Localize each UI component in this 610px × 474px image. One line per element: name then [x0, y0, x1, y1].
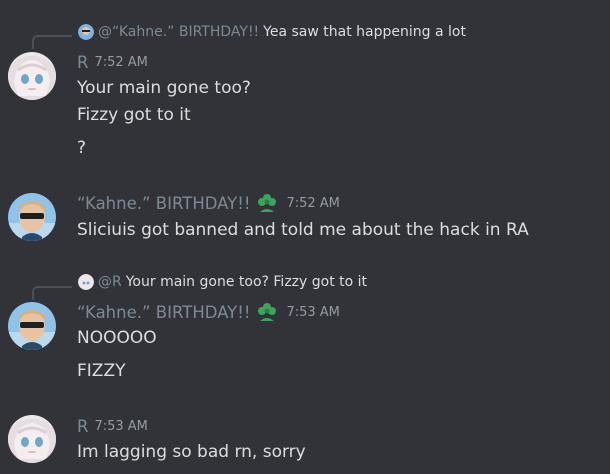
avatar-r[interactable] [8, 52, 56, 100]
reply-author[interactable]: @“Kahne.” BIRTHDAY!! [98, 24, 259, 40]
message-text: NOOOOO [77, 328, 157, 348]
timestamp[interactable]: 7:53 AM [286, 305, 339, 320]
message-text: Your main gone too? [77, 78, 251, 98]
message-text: Sliciuis got banned and told me about th… [77, 220, 529, 240]
reply-spine [32, 35, 72, 49]
username[interactable]: R [77, 53, 88, 72]
message-text: FIZZY [77, 361, 126, 381]
message-text: ? [77, 138, 87, 158]
timestamp[interactable]: 7:52 AM [286, 196, 339, 211]
message-text: Fizzy got to it [77, 105, 191, 125]
message-header: “Kahne.” BIRTHDAY!! 7:53 AM [77, 300, 340, 324]
message-header: “Kahne.” BIRTHDAY!! 7:52 AM [77, 191, 340, 215]
username[interactable]: “Kahne.” BIRTHDAY!! [77, 194, 250, 213]
avatar-r[interactable] [8, 415, 56, 463]
reply-text[interactable]: Your main gone too? Fizzy got to it [126, 274, 367, 290]
reply-text[interactable]: Yea saw that happening a lot [263, 24, 466, 40]
message-header: R 7:53 AM [77, 414, 148, 438]
username[interactable]: R [77, 417, 88, 436]
flower-badge-icon[interactable] [256, 301, 278, 323]
avatar-kahne[interactable] [8, 302, 56, 350]
flower-badge-icon[interactable] [256, 192, 278, 214]
timestamp[interactable]: 7:52 AM [94, 55, 147, 70]
timestamp[interactable]: 7:53 AM [94, 419, 147, 434]
username[interactable]: “Kahne.” BIRTHDAY!! [77, 303, 250, 322]
message-header: R 7:52 AM [77, 50, 148, 74]
avatar-kahne[interactable] [8, 193, 56, 241]
reply-avatar-r [78, 274, 94, 290]
message-text: Im lagging so bad rn, sorry [77, 442, 306, 462]
reply-avatar-kahne [78, 24, 94, 40]
chat-message-list: @“Kahne.” BIRTHDAY!! Yea saw that happen… [0, 0, 610, 474]
reply-preview[interactable]: @R Your main gone too? Fizzy got to it [78, 271, 367, 293]
reply-preview[interactable]: @“Kahne.” BIRTHDAY!! Yea saw that happen… [78, 21, 466, 43]
reply-spine [32, 286, 72, 300]
reply-author[interactable]: @R [98, 274, 122, 290]
